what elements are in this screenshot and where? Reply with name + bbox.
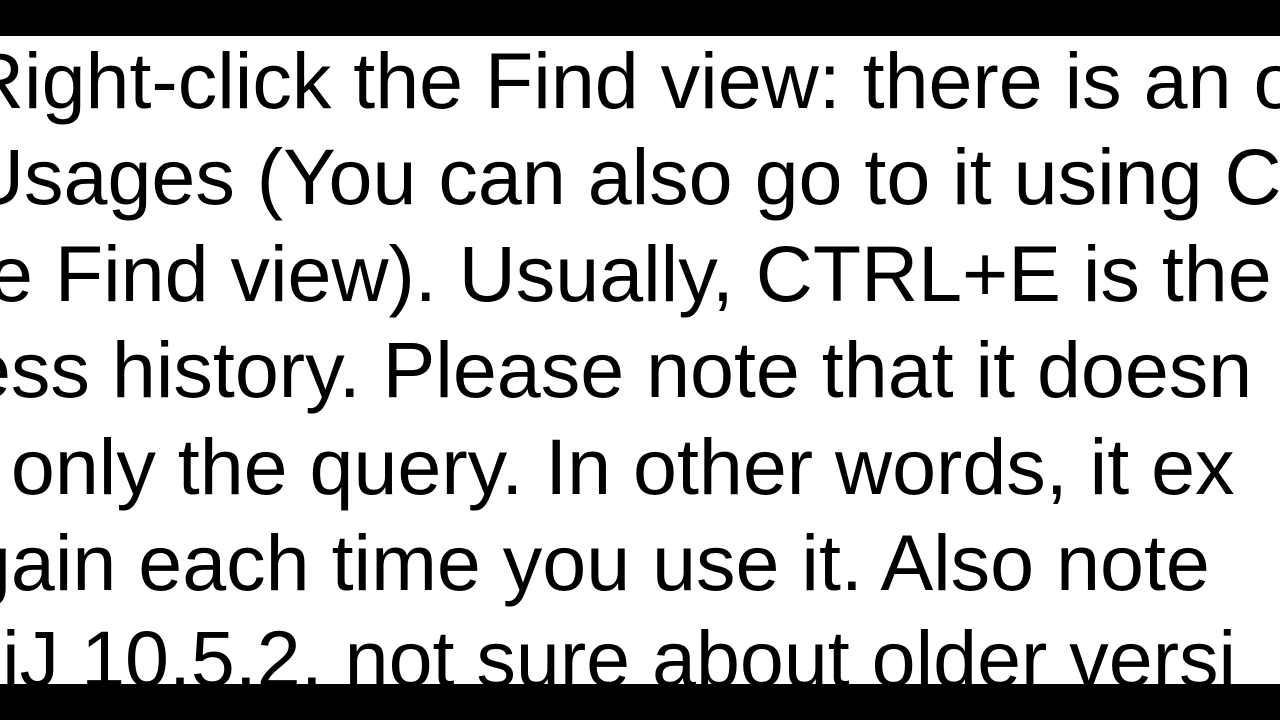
document-page: Right-click the Find view: there is an o… — [0, 36, 1280, 684]
document-text: Right-click the Find view: there is an o… — [0, 33, 1280, 708]
